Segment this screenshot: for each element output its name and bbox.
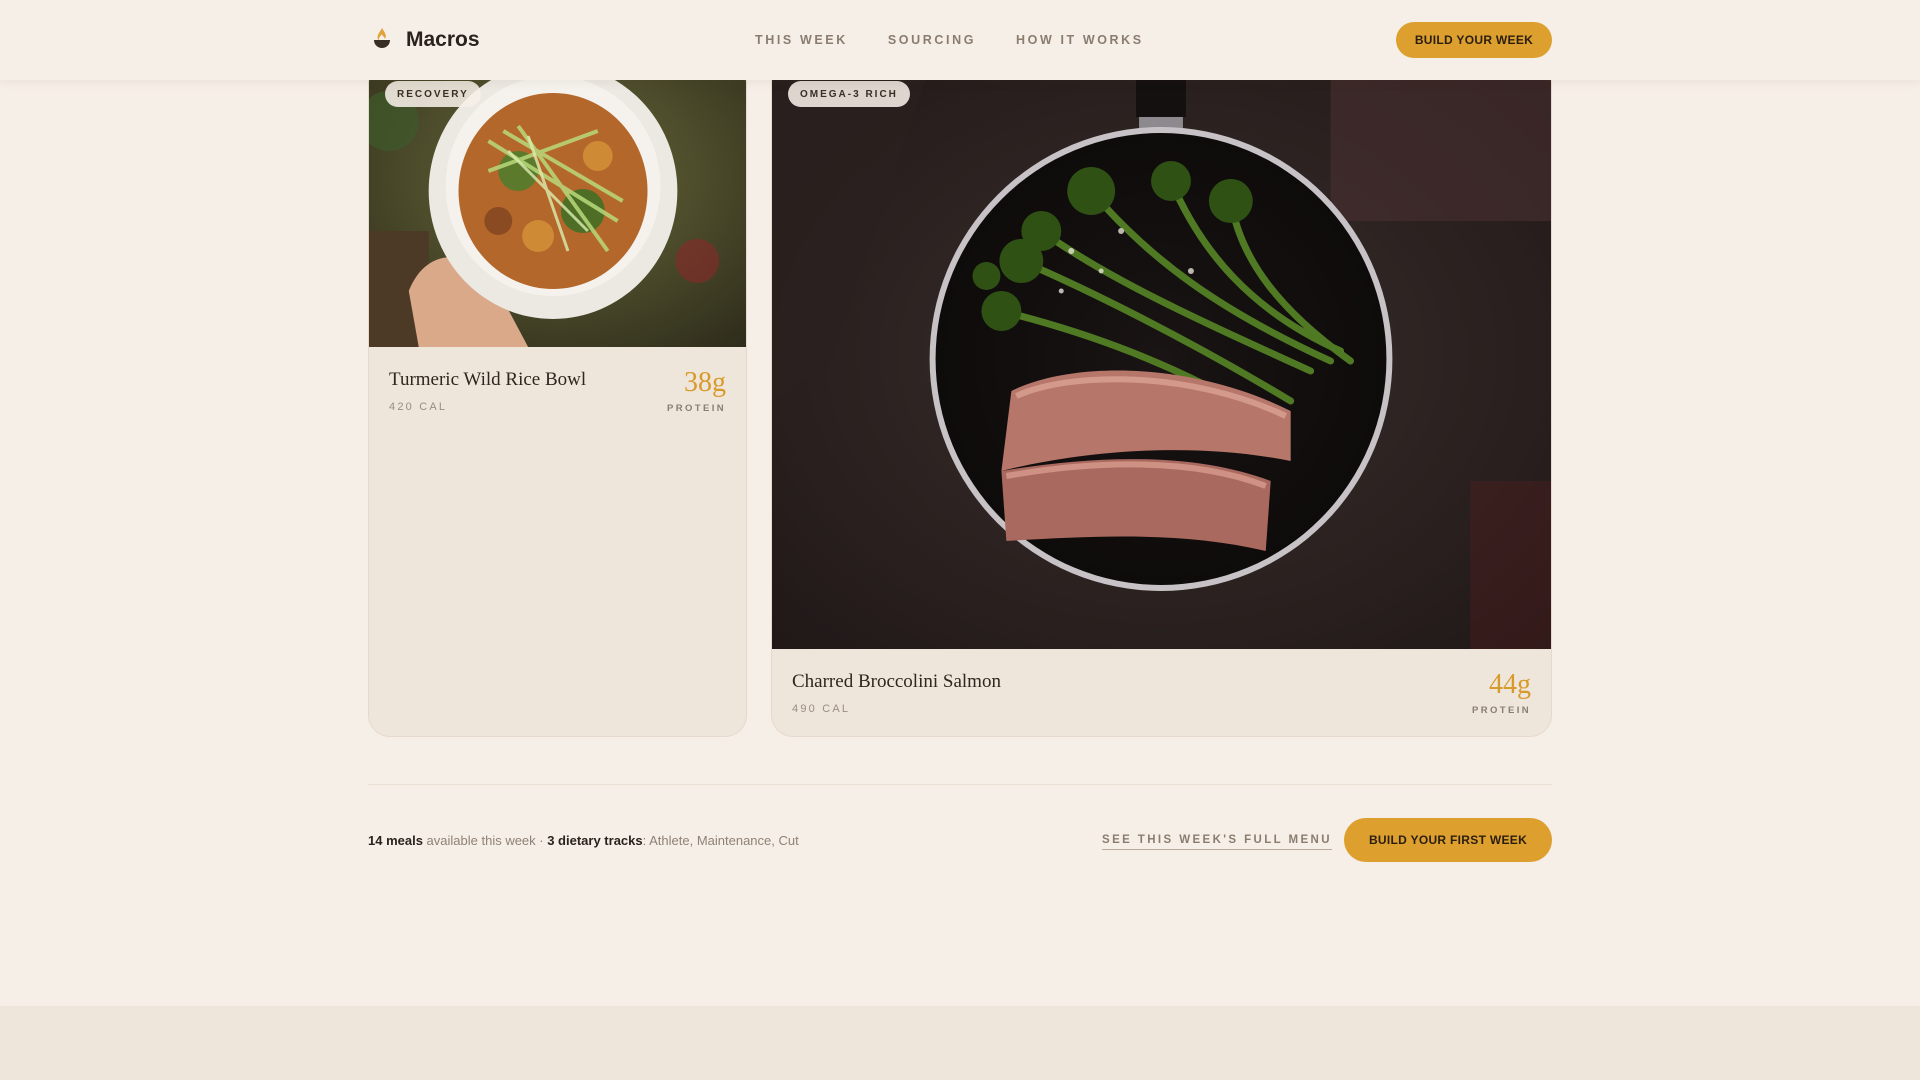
site-header: Macros THIS WEEK SOURCING HOW IT WORKS B… bbox=[0, 0, 1920, 80]
nav-link-this-week[interactable]: THIS WEEK bbox=[755, 33, 848, 47]
tracks-text: : Athlete, Maintenance, Cut bbox=[642, 832, 799, 848]
meal-name: Charred Broccolini Salmon bbox=[792, 671, 1001, 692]
protein-value: 44g bbox=[1489, 669, 1531, 700]
meal-info: Turmeric Wild Rice Bowl 420 CAL 38g PROT… bbox=[389, 367, 726, 415]
protein-label: PROTEIN bbox=[1471, 705, 1531, 716]
brand-name: Macros bbox=[406, 28, 480, 51]
next-section-band bbox=[0, 1006, 1920, 1080]
meal-calories: 490 CAL bbox=[792, 703, 851, 715]
flame-bowl-icon bbox=[372, 27, 392, 54]
main-nav: THIS WEEK SOURCING HOW IT WORKS bbox=[755, 0, 1144, 80]
protein-stat: 38g PROTEIN bbox=[666, 367, 726, 415]
meal-badge: RECOVERY bbox=[385, 81, 481, 107]
tracks-count: 3 dietary tracks bbox=[547, 832, 643, 848]
meal-name: Turmeric Wild Rice Bowl bbox=[389, 369, 587, 390]
meal-card-turmeric-bowl[interactable]: RECOVERY Turmeric Wild Rice Bowl 420 CAL… bbox=[368, 60, 747, 737]
build-your-week-button[interactable]: BUILD YOUR WEEK bbox=[1396, 22, 1552, 58]
meal-card-broccolini-salmon[interactable]: OMEGA-3 RICH Charred Broccolini Salmon 4… bbox=[771, 60, 1552, 737]
protein-label: PROTEIN bbox=[666, 403, 726, 414]
brand-logo-link[interactable]: Macros bbox=[372, 24, 480, 56]
meal-calories: 420 CAL bbox=[389, 401, 448, 413]
meal-photo-broccolini-salmon bbox=[772, 61, 1551, 649]
meals-count: 14 meals bbox=[368, 832, 423, 848]
menu-summary: 14 meals available this week · 3 dietary… bbox=[368, 830, 799, 850]
see-full-menu-link[interactable]: SEE THIS WEEK'S FULL MENU bbox=[1102, 830, 1332, 850]
protein-value: 38g bbox=[684, 367, 726, 398]
nav-link-sourcing[interactable]: SOURCING bbox=[888, 33, 976, 47]
meal-badge: OMEGA-3 RICH bbox=[788, 81, 910, 107]
section-divider bbox=[368, 784, 1552, 785]
meal-info: Charred Broccolini Salmon 490 CAL 44g PR… bbox=[792, 669, 1531, 717]
nav-link-how-it-works[interactable]: HOW IT WORKS bbox=[1016, 33, 1144, 47]
meals-text: available this week · bbox=[422, 832, 548, 848]
build-first-week-button[interactable]: BUILD YOUR FIRST WEEK bbox=[1344, 818, 1552, 862]
protein-stat: 44g PROTEIN bbox=[1471, 669, 1531, 717]
